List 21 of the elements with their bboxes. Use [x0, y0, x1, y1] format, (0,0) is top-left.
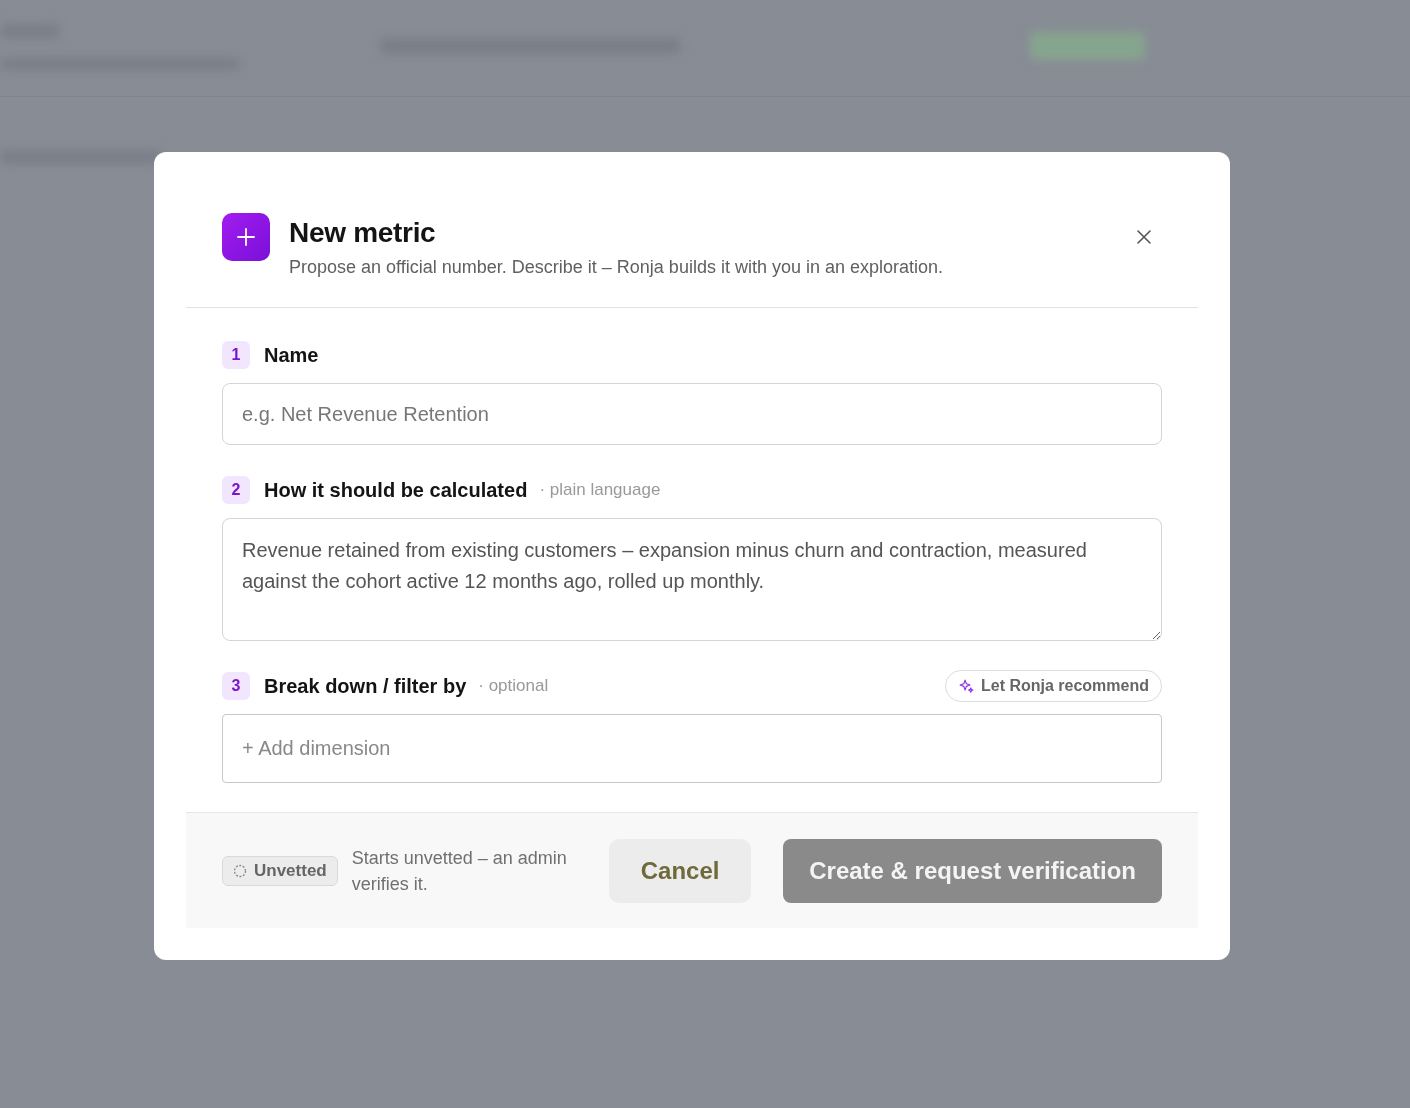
field-label: How it should be calculated [264, 478, 528, 502]
step-number: 1 [222, 341, 250, 369]
step-number: 3 [222, 672, 250, 700]
status-note: Starts unvetted – an admin verifies it. [351, 846, 568, 896]
dimension-input[interactable]: + Add dimension [222, 714, 1162, 783]
recommend-button[interactable]: Let Ronja recommend [944, 670, 1162, 702]
field-hint: · plain language [539, 480, 661, 500]
field-hint: · optional [478, 676, 549, 696]
close-icon [1136, 229, 1152, 245]
status-label: Unvetted [254, 860, 327, 881]
cancel-button[interactable]: Cancel [608, 838, 752, 903]
sparkle-icon [957, 677, 975, 695]
field-label: Name [264, 343, 319, 367]
dialog-subtitle: Propose an official number. Describe it – Ronja builds it with you in an exploration. [289, 257, 945, 278]
dialog-title: New metric [289, 217, 437, 249]
plus-icon [222, 213, 270, 261]
name-input[interactable]: e.g. Net Revenue Retention [222, 383, 1162, 445]
step-number: 2 [222, 476, 250, 504]
field-label: Break down / filter by [264, 674, 467, 698]
dashed-circle-icon [233, 863, 247, 878]
calculation-textarea[interactable]: Revenue retained from existing customers – expansion minus churn and contraction, measured against the cohort active 12 months ago, rolled up monthly. [222, 518, 1162, 641]
